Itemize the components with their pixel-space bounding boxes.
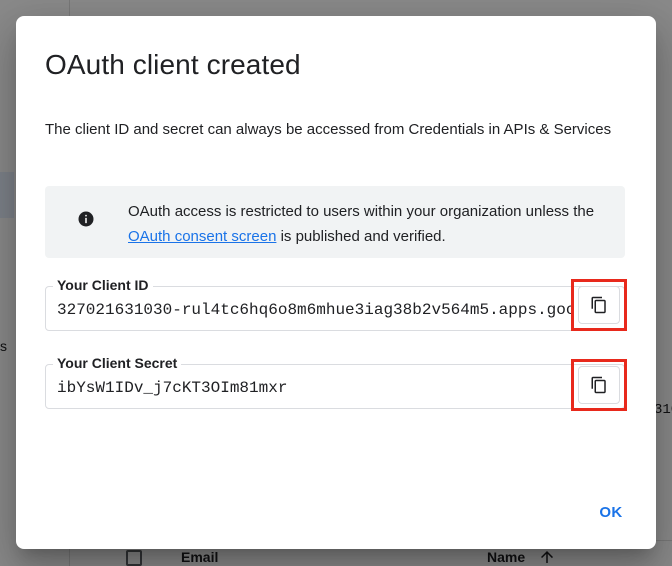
client-secret-field: Your Client Secret: [45, 354, 625, 409]
oauth-client-created-dialog: OAuth client created The client ID and s…: [16, 16, 656, 549]
client-id-label: Your Client ID: [53, 276, 153, 294]
copy-icon: [591, 296, 606, 314]
copy-client-id-button-surface: [578, 286, 620, 324]
client-id-field: Your Client ID: [45, 276, 625, 331]
info-icon: [78, 211, 94, 227]
dialog-description: The client ID and secret can always be a…: [45, 121, 612, 138]
info-notice-text: OAuth access is restricted to users with…: [128, 199, 598, 249]
client-id-input[interactable]: [57, 299, 573, 321]
client-secret-input[interactable]: [57, 377, 573, 399]
dialog-title: OAuth client created: [45, 49, 301, 80]
oauth-consent-screen-link[interactable]: OAuth consent screen: [128, 228, 276, 245]
copy-client-secret-button[interactable]: [571, 359, 627, 411]
client-secret-label: Your Client Secret: [53, 354, 182, 372]
info-notice: OAuth access is restricted to users with…: [45, 186, 625, 258]
copy-client-id-button[interactable]: [571, 279, 627, 331]
copy-icon: [591, 376, 606, 394]
info-notice-text-after: is published and verified.: [276, 228, 446, 245]
copy-client-secret-button-surface: [578, 366, 620, 404]
ok-button[interactable]: OK: [586, 494, 636, 530]
info-notice-text-before: OAuth access is restricted to users with…: [128, 203, 595, 220]
